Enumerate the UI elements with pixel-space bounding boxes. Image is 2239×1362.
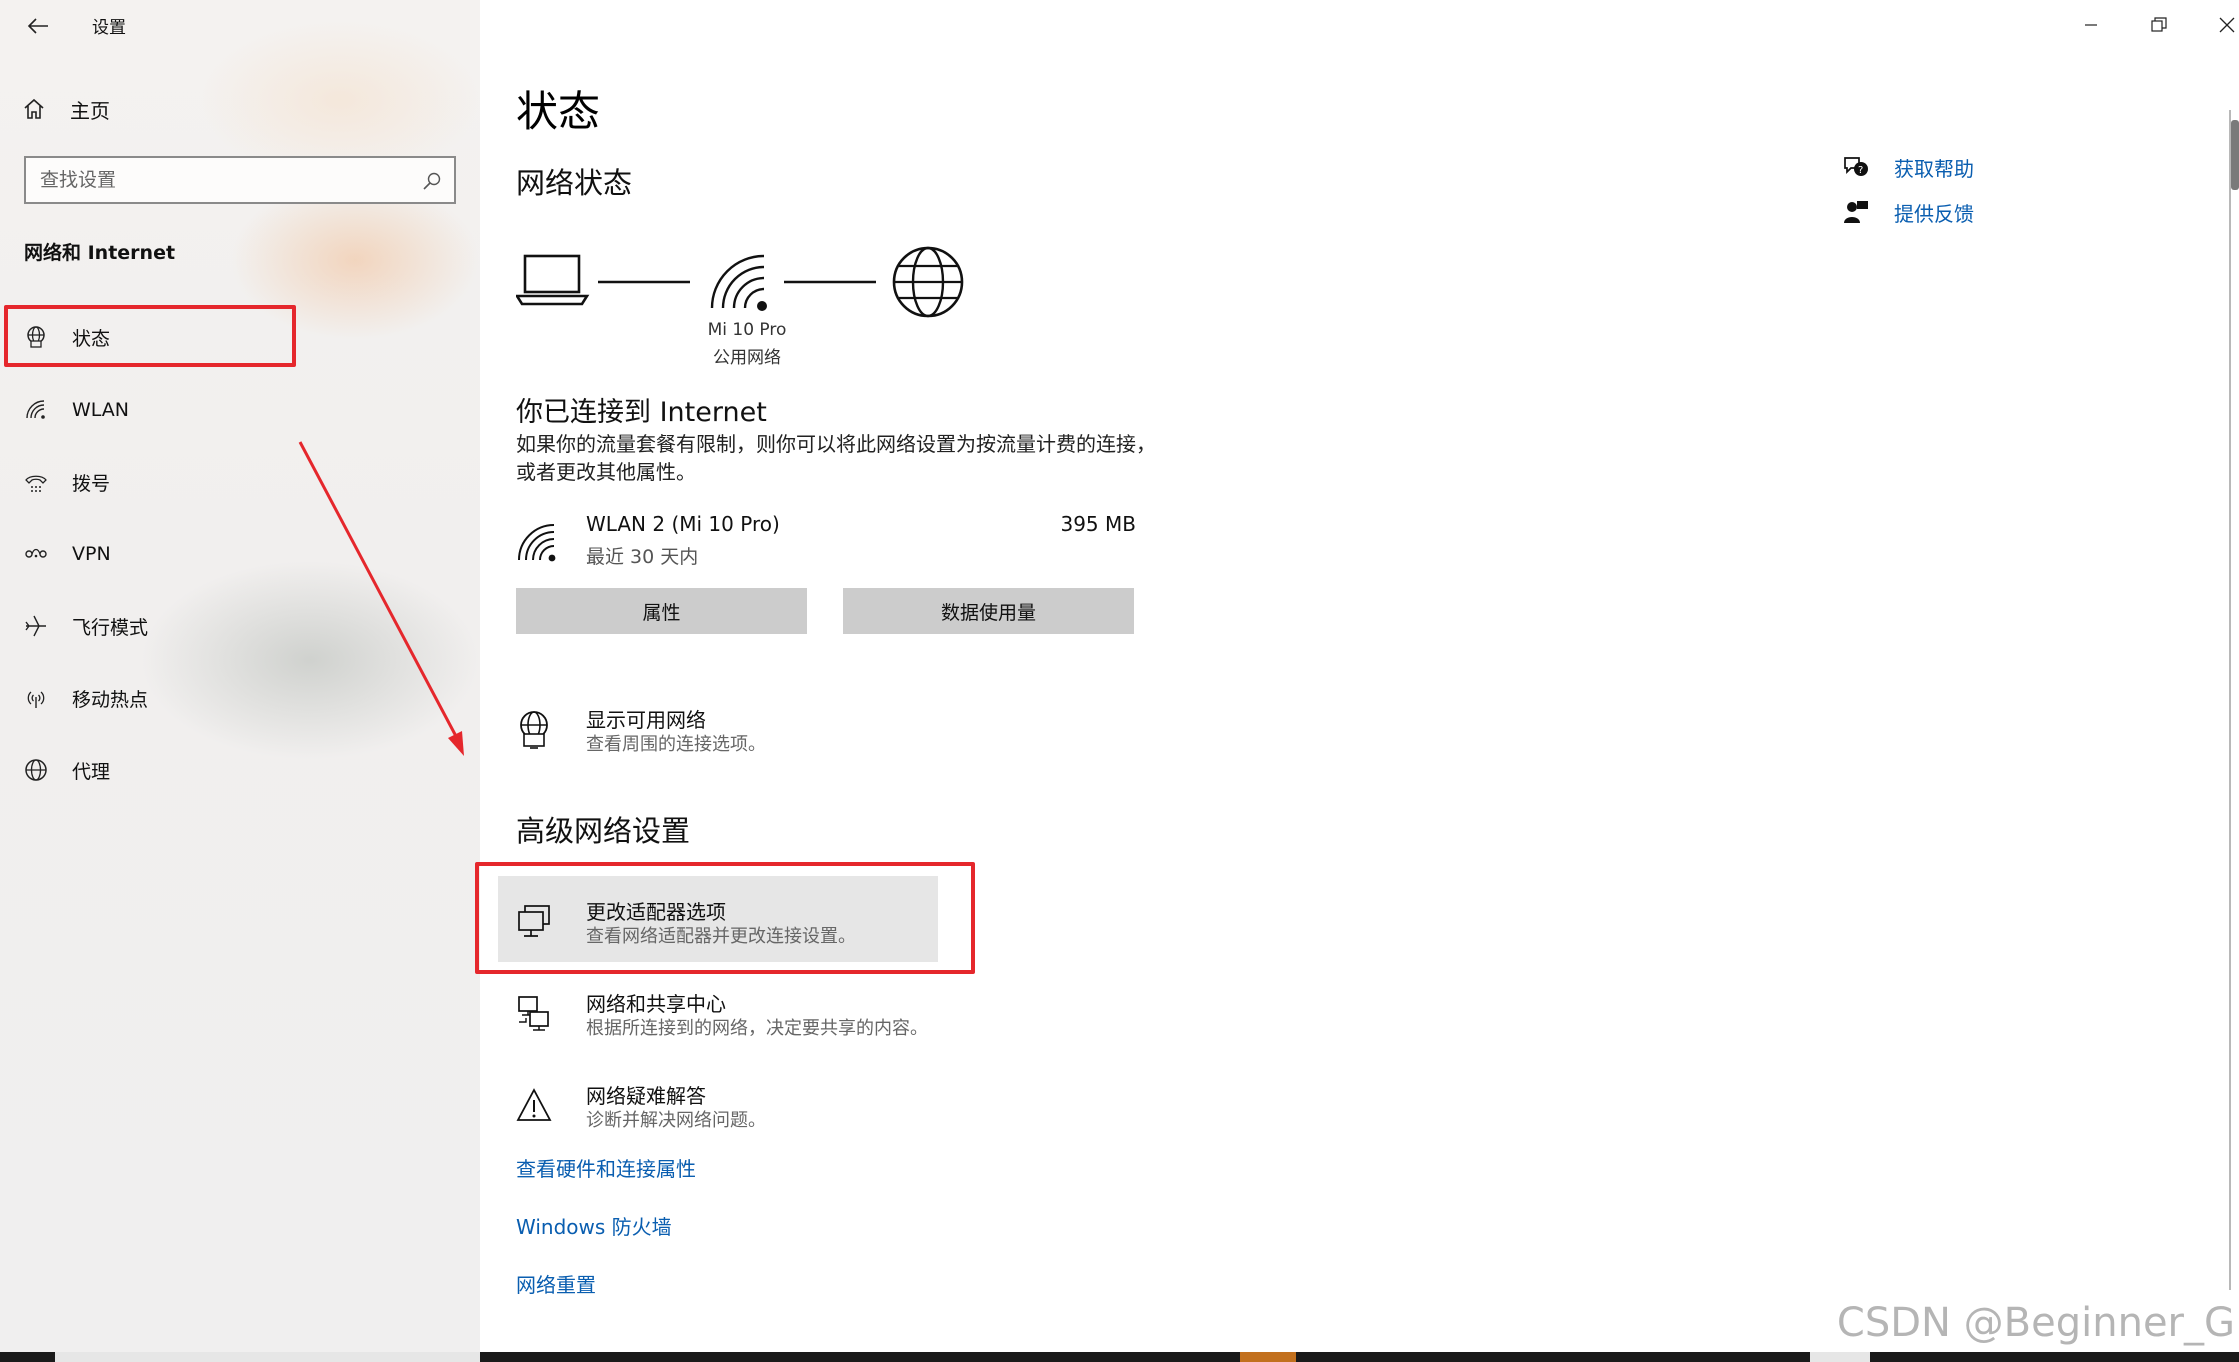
adapter-name: WLAN 2 (Mi 10 Pro) [586, 512, 780, 536]
show-networks-item[interactable]: 显示可用网络 查看周围的连接选项。 [516, 704, 1156, 764]
home-label: 主页 [70, 98, 110, 123]
show-networks-title: 显示可用网络 [586, 708, 706, 732]
sidebar-home[interactable]: 主页 [22, 92, 110, 126]
feedback-icon [1844, 201, 1868, 223]
sidebar-item-label: 代理 [72, 760, 111, 783]
sidebar-item-airplane[interactable]: 飞行模式 [0, 598, 480, 654]
wifi-router-icon [710, 254, 767, 311]
back-arrow-icon [27, 18, 48, 34]
laptop-icon [516, 254, 590, 306]
search-box[interactable] [24, 156, 456, 204]
properties-button[interactable]: 属性 [516, 588, 807, 634]
network-type: 公用网络 [713, 348, 781, 368]
sidebar-item-label: WLAN [72, 399, 130, 421]
sidebar-item-proxy[interactable]: 代理 [0, 742, 480, 798]
restore-button[interactable] [2136, 8, 2182, 42]
highlight-box-status [4, 305, 296, 367]
minimize-icon [2085, 24, 2097, 26]
warning-icon [516, 1088, 552, 1121]
highlight-box-adapter-options [475, 862, 975, 974]
adapter-usage: 395 MB [1060, 512, 1136, 536]
airplane-icon [24, 614, 48, 638]
main-content: 状态 网络状态 Mi 10 Pro 公用网络 你已连接到 Internet 如果… [475, 0, 2239, 1350]
sidebar-item-label: 飞行模式 [72, 616, 149, 639]
adapter-summary: WLAN 2 (Mi 10 Pro) 最近 30 天内 395 MB [516, 510, 1136, 570]
restore-icon [2151, 17, 2167, 32]
windows-firewall-link[interactable]: Windows 防火墙 [516, 1211, 672, 1240]
hardware-properties-link[interactable]: 查看硬件和连接属性 [516, 1153, 696, 1182]
sharing-center-icon [518, 996, 549, 1031]
data-usage-button[interactable]: 数据使用量 [843, 588, 1134, 634]
internet-globe-icon [892, 246, 964, 318]
watermark: CSDN @Beginner_G [1836, 1300, 2235, 1346]
close-icon [2219, 17, 2235, 33]
scrollbar-thumb[interactable] [2231, 120, 2239, 190]
globe-icon [24, 758, 48, 782]
sidebar-item-label: 移动热点 [72, 688, 149, 711]
sidebar-item-label: VPN [72, 543, 111, 565]
sharing-center-title: 网络和共享中心 [586, 992, 726, 1016]
app-title: 设置 [92, 18, 126, 38]
vpn-icon [24, 542, 48, 566]
help-chat-icon: ? [1844, 157, 1868, 176]
back-button[interactable] [20, 8, 56, 44]
advanced-settings-title: 高级网络设置 [516, 814, 691, 848]
feedback-link[interactable]: 提供反馈 [1842, 195, 1974, 229]
taskbar-strip [0, 1352, 2239, 1362]
globe-status-icon [520, 711, 548, 749]
adapter-period: 最近 30 天内 [586, 546, 699, 568]
sidebar-item-vpn[interactable]: VPN [0, 526, 480, 582]
sharing-center-desc: 根据所连接到的网络，决定要共享的内容。 [586, 1018, 928, 1039]
sharing-center-item[interactable]: 网络和共享中心 根据所连接到的网络，决定要共享的内容。 [516, 988, 1156, 1048]
network-reset-link[interactable]: 网络重置 [516, 1269, 596, 1298]
minimize-button[interactable] [2068, 8, 2114, 42]
feedback-label: 提供反馈 [1894, 201, 1974, 226]
home-icon [24, 98, 44, 119]
hotspot-icon [24, 686, 48, 710]
search-input[interactable] [40, 169, 410, 191]
wifi-icon [24, 398, 48, 422]
dialup-icon [24, 470, 48, 494]
troubleshoot-desc: 诊断并解决网络问题。 [586, 1110, 766, 1131]
connected-description: 如果你的流量套餐有限制，则你可以将此网络设置为按流量计费的连接，或者更改其他属性… [516, 432, 1156, 484]
wifi-icon [518, 524, 556, 562]
network-status-title: 网络状态 [516, 166, 633, 200]
sidebar-item-label: 拨号 [72, 472, 111, 495]
close-button[interactable] [2204, 8, 2239, 42]
sidebar: 设置 主页 网络和 Internet 状态 [0, 0, 480, 1362]
troubleshoot-title: 网络疑难解答 [586, 1084, 706, 1108]
search-icon [423, 172, 441, 190]
scrollbar[interactable] [2229, 110, 2239, 1290]
troubleshoot-item[interactable]: 网络疑难解答 诊断并解决网络问题。 [516, 1080, 1156, 1140]
show-networks-desc: 查看周围的连接选项。 [586, 734, 766, 755]
connected-title: 你已连接到 Internet [516, 397, 767, 428]
network-name: Mi 10 Pro [707, 320, 787, 340]
sidebar-item-hotspot[interactable]: 移动热点 [0, 670, 480, 726]
svg-text:?: ? [1858, 165, 1863, 176]
page-title: 状态 [516, 87, 601, 136]
section-title: 网络和 Internet [24, 242, 176, 264]
sidebar-item-wlan[interactable]: WLAN [0, 382, 480, 438]
sidebar-item-dialup[interactable]: 拨号 [0, 454, 480, 510]
get-help-link[interactable]: ? 获取帮助 [1842, 150, 1974, 184]
get-help-label: 获取帮助 [1894, 156, 1974, 181]
